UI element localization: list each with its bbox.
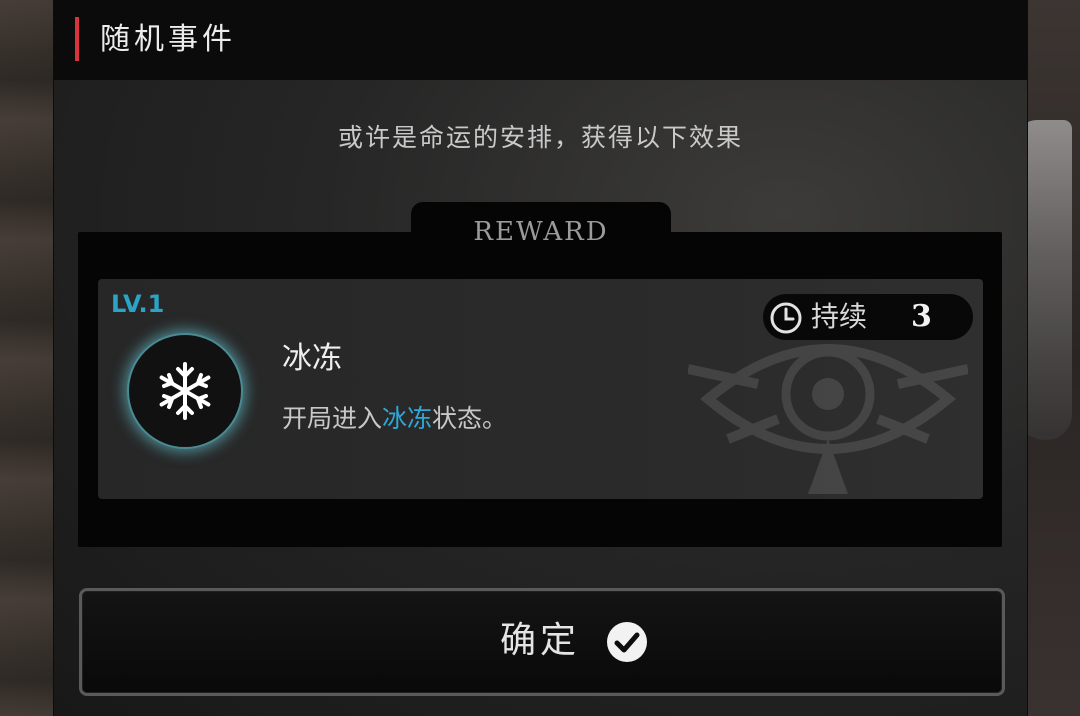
reward-icon-frame	[127, 333, 243, 449]
confirm-button[interactable]: 确定	[79, 588, 1005, 696]
dialog-title: 随机事件	[100, 22, 236, 57]
snowflake-icon	[159, 362, 211, 420]
reward-card[interactable]: LV.1 冰冻 开局进入冰冻状态。 持续 3	[98, 279, 983, 499]
reward-name: 冰冻	[282, 341, 342, 376]
dialog-header: 随机事件	[54, 0, 1027, 80]
clock-icon	[770, 302, 802, 334]
duration-badge: 持续 3	[763, 294, 973, 340]
reward-description: 开局进入冰冻状态。	[282, 399, 507, 439]
header-accent-bar	[75, 17, 79, 61]
random-event-dialog: 随机事件 或许是命运的安排，获得以下效果 REWARD LV.1 冰冻 开局进入…	[53, 0, 1028, 716]
description-highlight: 冰冻	[382, 404, 433, 433]
duration-label: 持续	[811, 300, 868, 333]
duration-value: 3	[911, 299, 932, 334]
confirm-button-label: 确定	[500, 620, 581, 661]
reward-section-label: REWARD	[473, 217, 609, 247]
reward-level: LV.1	[111, 290, 165, 318]
check-circle-icon	[607, 622, 647, 662]
description-prefix: 开局进入	[282, 404, 383, 433]
dialog-subtitle: 或许是命运的安排，获得以下效果	[337, 123, 743, 152]
description-suffix: 状态。	[432, 404, 508, 433]
background-left-wall	[0, 0, 60, 716]
